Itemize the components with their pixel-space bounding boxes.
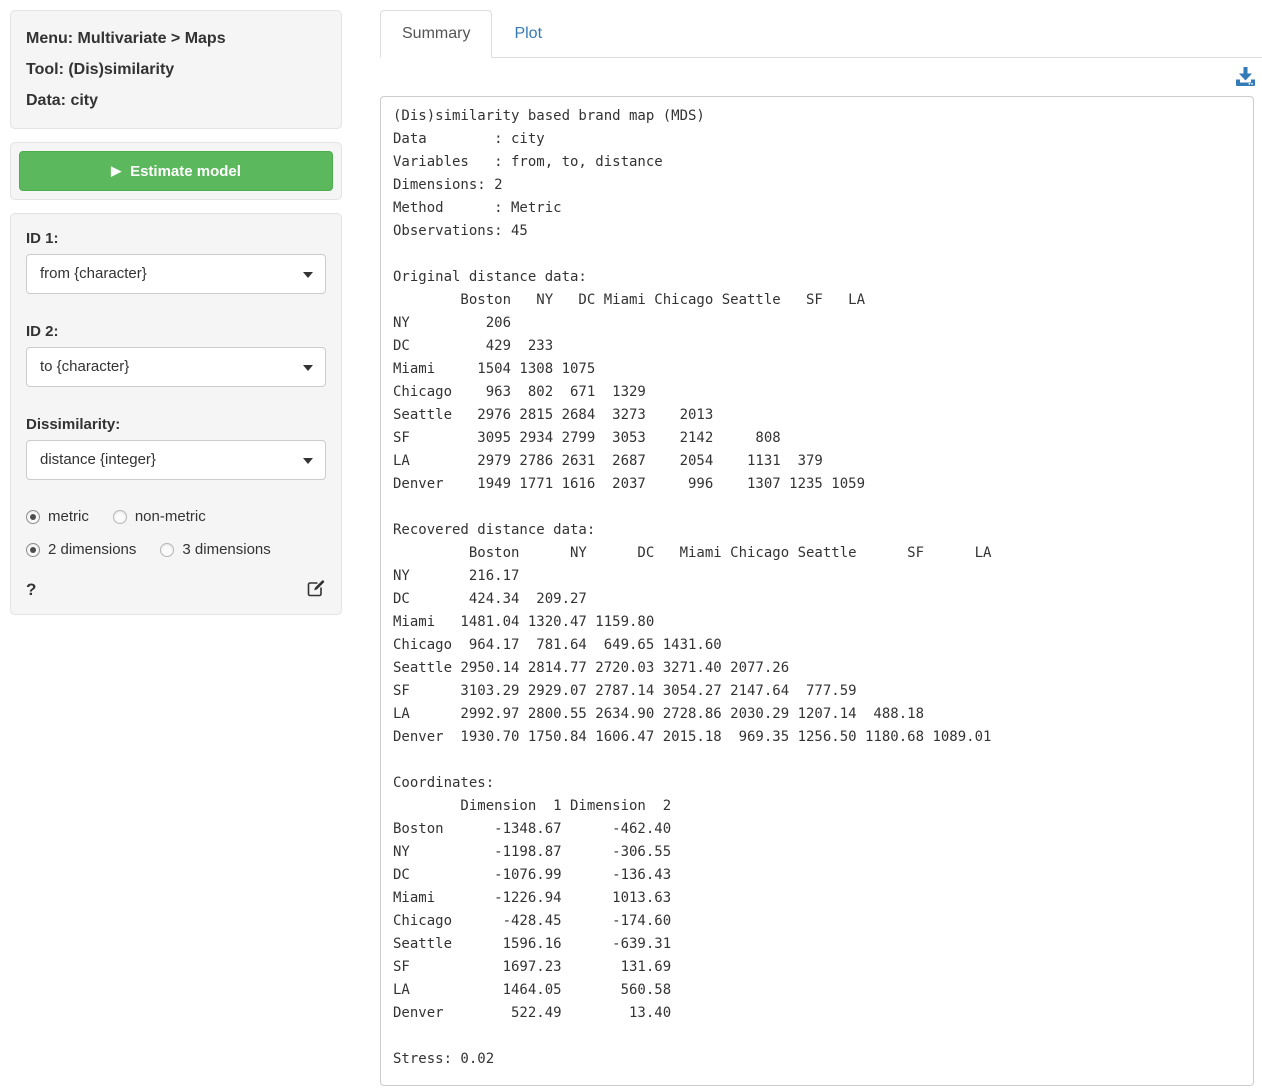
data-label: Data: city bbox=[26, 90, 326, 111]
summary-output: (Dis)similarity based brand map (MDS) Da… bbox=[380, 96, 1254, 1086]
main-panel: Summary Plot (Dis)similarity based brand… bbox=[372, 0, 1262, 1086]
method-radio-group: metric non-metric bbox=[26, 508, 326, 525]
dissimilarity-selected-value: distance {integer} bbox=[40, 451, 156, 468]
toolbar-row bbox=[372, 58, 1262, 96]
radio-metric-label: metric bbox=[48, 508, 89, 525]
id2-select[interactable]: to {character} bbox=[26, 347, 326, 387]
play-icon: ▶ bbox=[111, 163, 121, 179]
sidebar: Menu: Multivariate > Maps Tool: (Dis)sim… bbox=[10, 10, 342, 628]
chevron-down-icon bbox=[303, 365, 313, 371]
radio-2-dimensions-label: 2 dimensions bbox=[48, 541, 136, 558]
tab-summary[interactable]: Summary bbox=[380, 10, 492, 58]
radio-unchecked-icon bbox=[160, 543, 174, 557]
options-panel: ID 1: from {character} ID 2: to {charact… bbox=[10, 213, 342, 615]
help-button[interactable]: ? bbox=[26, 580, 36, 600]
estimate-model-button[interactable]: ▶ Estimate model bbox=[19, 151, 333, 191]
id1-label: ID 1: bbox=[26, 229, 326, 248]
radio-3-dimensions[interactable]: 3 dimensions bbox=[160, 541, 270, 558]
tool-label: Tool: (Dis)similarity bbox=[26, 59, 326, 80]
id2-selected-value: to {character} bbox=[40, 358, 129, 375]
radio-checked-icon bbox=[26, 510, 40, 524]
chevron-down-icon bbox=[303, 272, 313, 278]
dissimilarity-label: Dissimilarity: bbox=[26, 415, 326, 434]
tab-plot[interactable]: Plot bbox=[492, 10, 564, 58]
radio-2-dimensions[interactable]: 2 dimensions bbox=[26, 541, 136, 558]
edit-icon[interactable] bbox=[307, 578, 326, 602]
radio-non-metric-label: non-metric bbox=[135, 508, 206, 525]
dissimilarity-select[interactable]: distance {integer} bbox=[26, 440, 326, 480]
options-footer: ? bbox=[26, 578, 326, 602]
id2-label: ID 2: bbox=[26, 322, 326, 341]
radio-unchecked-icon bbox=[113, 510, 127, 524]
id1-selected-value: from {character} bbox=[40, 265, 147, 282]
dimensions-radio-group: 2 dimensions 3 dimensions bbox=[26, 541, 326, 558]
tab-bar: Summary Plot bbox=[380, 10, 1262, 58]
radio-non-metric[interactable]: non-metric bbox=[113, 508, 206, 525]
id1-select[interactable]: from {character} bbox=[26, 254, 326, 294]
radio-3-dimensions-label: 3 dimensions bbox=[182, 541, 270, 558]
download-icon[interactable] bbox=[1235, 66, 1256, 91]
menu-breadcrumb: Menu: Multivariate > Maps bbox=[26, 28, 326, 49]
estimate-panel: ▶ Estimate model bbox=[10, 142, 342, 200]
radio-checked-icon bbox=[26, 543, 40, 557]
chevron-down-icon bbox=[303, 458, 313, 464]
estimate-model-label: Estimate model bbox=[130, 163, 241, 180]
model-info-panel: Menu: Multivariate > Maps Tool: (Dis)sim… bbox=[10, 10, 342, 129]
radio-metric[interactable]: metric bbox=[26, 508, 89, 525]
